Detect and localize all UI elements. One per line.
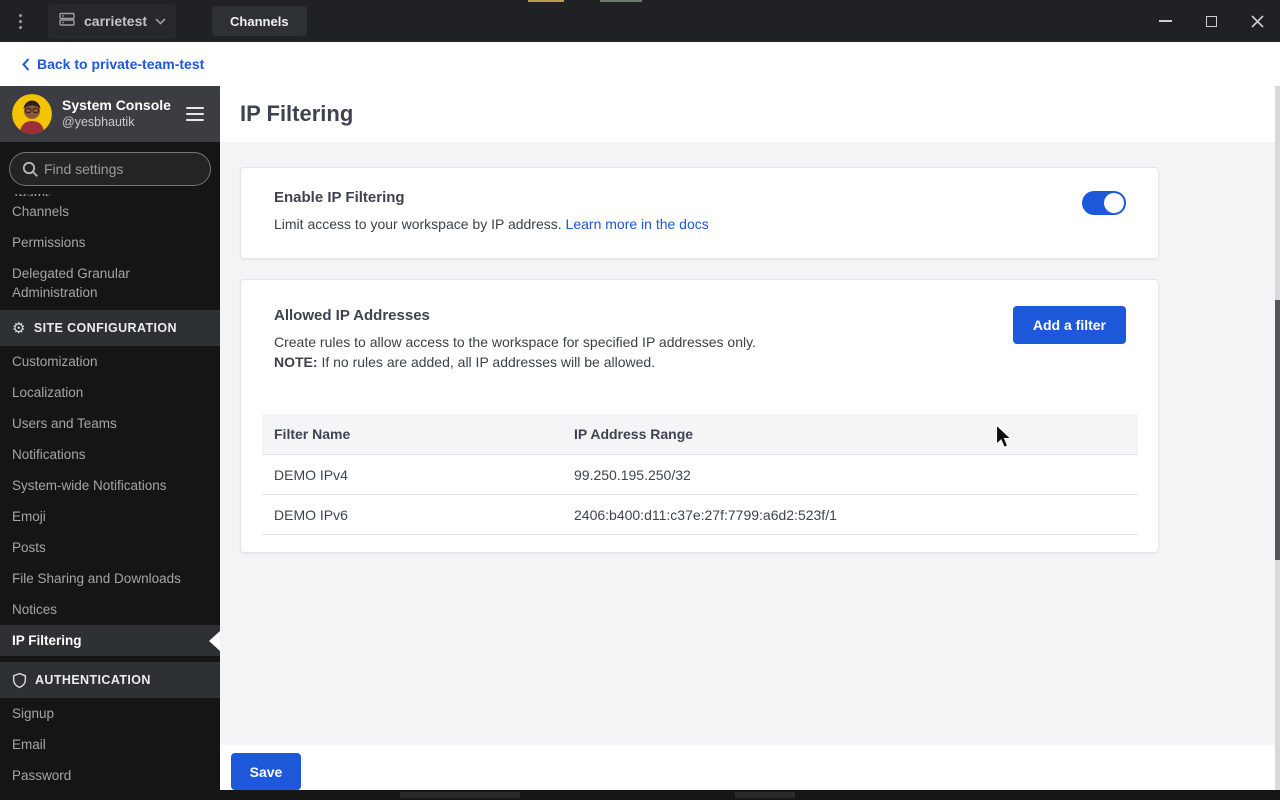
server-icon	[58, 10, 76, 33]
add-filter-button[interactable]: Add a filter	[1012, 306, 1126, 344]
col-header-ip-range: IP Address Range	[574, 426, 694, 442]
table-bottom-border	[262, 534, 1138, 535]
sidebar-item-localization[interactable]: Localization	[0, 377, 220, 408]
sidebar-search-wrap	[0, 142, 220, 194]
titlebar: carrietest Channels	[0, 0, 1280, 42]
toggle-knob	[1104, 193, 1124, 213]
back-link-label: Back to private-team-test	[37, 56, 205, 72]
section-label: SITE CONFIGURATION	[33, 321, 177, 335]
sidebar-search[interactable]	[9, 152, 211, 186]
back-link[interactable]: Back to private-team-test	[22, 56, 204, 72]
team-name: carrietest	[84, 13, 148, 29]
section-label: AUTHENTICATION	[35, 673, 151, 687]
sidebar-item-users-and-teams[interactable]: Users and Teams	[0, 408, 220, 439]
chevron-down-icon	[155, 12, 166, 30]
active-item-arrow	[209, 630, 220, 651]
enable-card-title: Enable IP Filtering	[274, 189, 405, 206]
allowed-card-note: NOTE: If no rules are added, all IP addr…	[274, 352, 988, 372]
close-button[interactable]	[1234, 0, 1280, 42]
desktop-sliver	[528, 0, 564, 2]
console-username: @yesbhautik	[62, 114, 135, 129]
server-switcher[interactable]: carrietest	[48, 3, 177, 39]
filter-name-cell: DEMO IPv6	[274, 506, 348, 523]
sidebar-item-system-wide-notifications[interactable]: System-wide Notifications	[0, 470, 220, 501]
page-header: IP Filtering	[220, 86, 1280, 142]
console-title: System Console	[62, 97, 171, 114]
tab-label: Channels	[230, 13, 289, 29]
search-icon	[22, 161, 39, 183]
sidebar-item-posts[interactable]: Posts	[0, 532, 220, 563]
sidebar-item-emoji[interactable]: Emoji	[0, 501, 220, 532]
window-controls	[1142, 0, 1280, 42]
sidebar-item-permissions[interactable]: Permissions	[0, 227, 220, 258]
minimize-button[interactable]	[1142, 0, 1188, 42]
sidebar-item-signup[interactable]: Signup	[0, 698, 220, 729]
enable-ip-filtering-card: Enable IP Filtering Limit access to your…	[240, 167, 1159, 259]
minimize-icon	[1158, 20, 1172, 22]
kebab-menu-icon[interactable]	[0, 13, 40, 29]
allowed-card-description: Create rules to allow access to the work…	[274, 334, 756, 350]
col-header-filter-name: Filter Name	[274, 426, 351, 442]
table-row[interactable]: DEMO IPv4 99.250.195.250/32	[262, 454, 1138, 494]
sidebar-item-notices[interactable]: Notices	[0, 594, 220, 625]
enable-card-description: Limit access to your workspace by IP add…	[274, 214, 709, 234]
sidebar-item-notifications[interactable]: Notifications	[0, 439, 220, 470]
close-icon	[1250, 14, 1264, 28]
sidebar-item-file-sharing-and-downloads[interactable]: File Sharing and Downloads	[0, 563, 220, 594]
search-input[interactable]	[44, 161, 194, 177]
docs-link[interactable]: Learn more in the docs	[566, 216, 709, 232]
desktop-sliver	[600, 0, 642, 2]
scrollbar-thumb[interactable]	[1275, 300, 1280, 560]
filters-table: Filter Name IP Address Range DEMO IPv4 9…	[262, 414, 1138, 535]
gear-icon: ⚙	[12, 319, 26, 337]
sidebar-header: System Console @yesbhautik	[0, 86, 220, 142]
table-header-row: Filter Name IP Address Range	[262, 414, 1138, 454]
sidebar-item-email[interactable]: Email	[0, 729, 220, 760]
page-title: IP Filtering	[240, 101, 354, 126]
ip-filtering-toggle[interactable]	[1082, 191, 1126, 215]
maximize-icon	[1205, 15, 1217, 27]
save-button[interactable]: Save	[231, 753, 301, 790]
sidebar-nav: Teams Channels Permissions Delegated Gra…	[0, 183, 220, 791]
note-text: If no rules are added, all IP addresses …	[317, 354, 656, 370]
note-label: NOTE:	[274, 354, 318, 370]
allowed-ip-addresses-card: Allowed IP Addresses Create rules to all…	[240, 279, 1159, 553]
tab-channels[interactable]: Channels	[212, 6, 307, 36]
app-window: carrietest Channels Back to private-team…	[0, 0, 1280, 800]
filter-name-cell: DEMO IPv4	[274, 466, 348, 483]
system-console-sidebar: System Console @yesbhautik Teams Channel…	[0, 86, 220, 800]
taskbar-sliver	[0, 790, 1280, 800]
chevron-left-icon	[22, 57, 30, 71]
shield-icon	[12, 672, 27, 688]
back-bar: Back to private-team-test	[0, 42, 1280, 86]
sidebar-item-delegated-granular-administration[interactable]: Delegated Granular Administration	[0, 258, 220, 308]
sidebar-section-authentication: AUTHENTICATION	[0, 662, 220, 698]
maximize-button[interactable]	[1188, 0, 1234, 42]
allowed-card-title: Allowed IP Addresses	[274, 307, 430, 324]
main-content: IP Filtering Enable IP Filtering Limit a…	[220, 86, 1280, 800]
enable-card-text: Enable IP Filtering Limit access to your…	[274, 189, 709, 258]
sidebar-item-customization[interactable]: Customization	[0, 346, 220, 377]
active-item-label: IP Filtering	[12, 633, 82, 648]
table-row[interactable]: DEMO IPv6 2406:b400:d11:c37e:27f:7799:a6…	[262, 494, 1138, 534]
sidebar-identity: System Console @yesbhautik	[62, 97, 171, 130]
ip-range-cell: 2406:b400:d11:c37e:27f:7799:a6d2:523f/1	[574, 506, 837, 523]
sidebar-section-site-configuration: ⚙ SITE CONFIGURATION	[0, 310, 220, 346]
sidebar-item-channels[interactable]: Channels	[0, 196, 220, 227]
ip-range-cell: 99.250.195.250/32	[574, 466, 691, 483]
hamburger-menu-icon[interactable]	[182, 103, 208, 126]
avatar[interactable]	[12, 94, 52, 134]
save-footer: Save	[220, 745, 1280, 790]
sidebar-item-ip-filtering[interactable]: IP Filtering	[0, 625, 220, 656]
enable-card-desc-text: Limit access to your workspace by IP add…	[274, 216, 566, 232]
sidebar-item-password[interactable]: Password	[0, 760, 220, 791]
